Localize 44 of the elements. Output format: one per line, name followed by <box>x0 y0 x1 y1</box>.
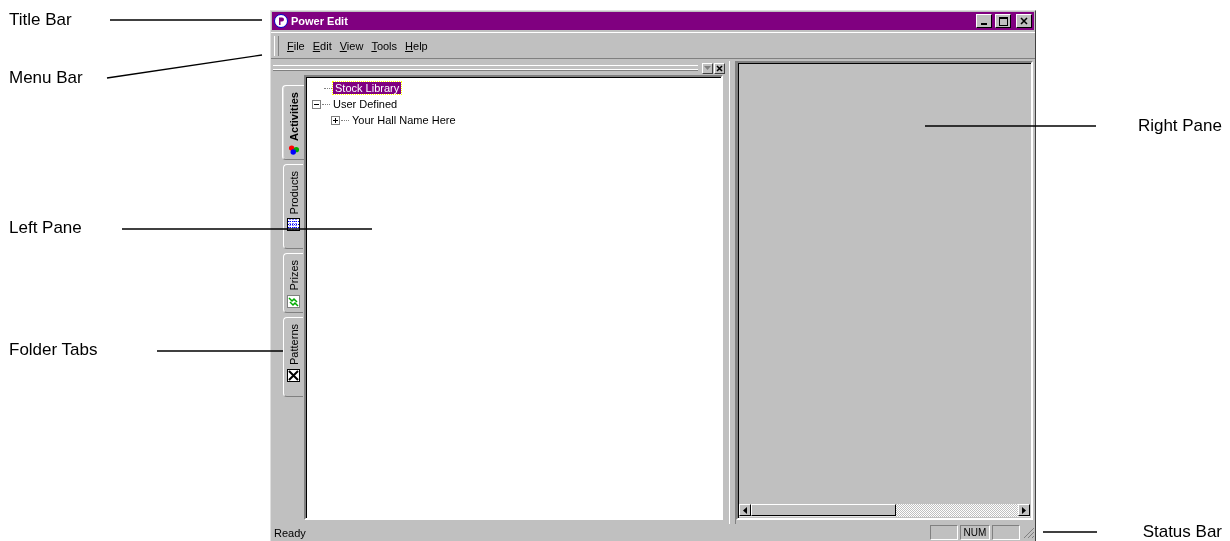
status-panel: NUM <box>960 525 990 540</box>
status-text: Ready <box>274 526 307 539</box>
annotation-label: Title Bar <box>9 10 72 30</box>
expand-toggle[interactable] <box>312 99 321 109</box>
annotation-label: Menu Bar <box>9 68 83 88</box>
pane-splitter[interactable] <box>729 61 736 524</box>
maximize-icon <box>998 16 1008 26</box>
colored-balls-icon <box>286 144 301 155</box>
folder-tab[interactable]: Products <box>283 164 303 249</box>
plus-icon <box>332 116 339 124</box>
folder-tab[interactable]: Activities <box>282 85 304 160</box>
annotation-label: Status Bar <box>1142 522 1222 541</box>
status-panel <box>930 525 958 540</box>
left-arrow-icon <box>743 506 747 514</box>
expand-toggle[interactable] <box>331 115 340 125</box>
dropdown-button[interactable] <box>702 62 713 74</box>
folder-tab[interactable]: Prizes <box>283 253 303 313</box>
close-button[interactable] <box>1016 14 1032 28</box>
window-title: Power Edit <box>291 15 349 27</box>
menu-item[interactable]: View <box>335 39 368 52</box>
annotation-label: Right Pane <box>1137 116 1222 136</box>
resize-grip-icon <box>1022 526 1035 539</box>
menu-item[interactable]: Edit <box>308 39 336 52</box>
horizontal-scrollbar[interactable] <box>739 504 1030 517</box>
close-icon <box>716 64 723 72</box>
folder-tab[interactable]: Patterns <box>283 317 303 397</box>
close-button[interactable] <box>714 62 725 74</box>
menu-item[interactable]: File <box>283 39 309 52</box>
tree-item[interactable]: User Defined <box>331 98 400 110</box>
leader-line <box>1042 531 1098 533</box>
minimize-button[interactable] <box>976 14 992 28</box>
caret-icon <box>704 66 711 70</box>
annotation-label: Folder Tabs <box>9 340 98 360</box>
status-panel <box>992 525 1020 540</box>
menu-item[interactable]: Tools <box>367 39 402 52</box>
right-arrow-icon <box>1022 506 1026 514</box>
annotation-label: Left Pane <box>9 218 82 238</box>
cross-box-icon <box>287 368 300 382</box>
tree-item[interactable]: Stock Library <box>333 82 402 94</box>
zigzag-icon <box>287 294 300 308</box>
menu-item[interactable]: Help <box>401 39 432 52</box>
close-icon <box>1020 17 1028 25</box>
maximize-button[interactable] <box>995 14 1011 28</box>
tree-item[interactable]: Your Hall Name Here <box>350 114 458 126</box>
